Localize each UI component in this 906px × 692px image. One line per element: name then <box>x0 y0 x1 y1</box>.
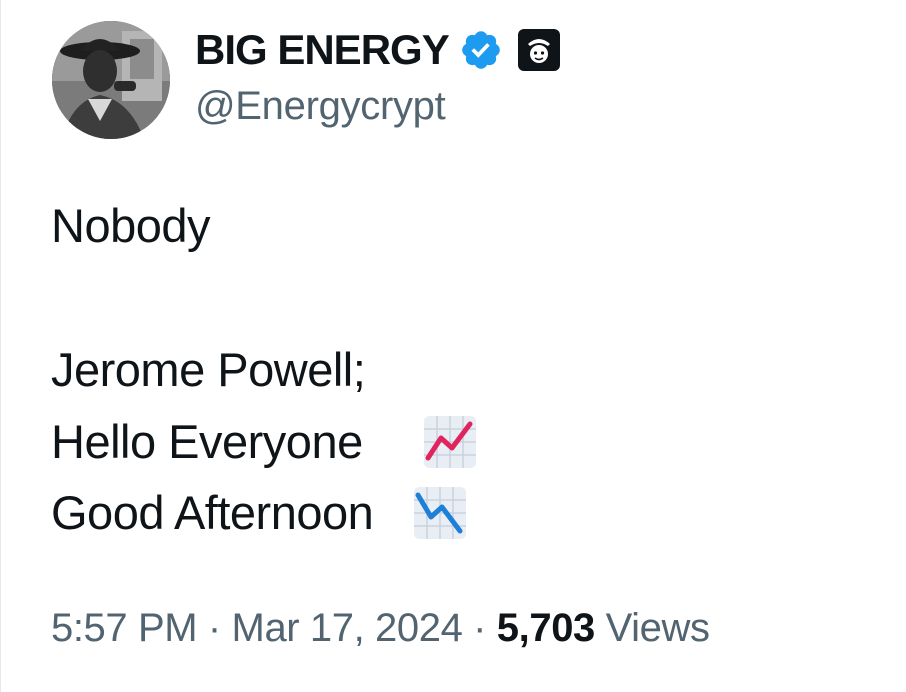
tweet-card: BIG ENERGY @Energycrypt Nobody Jerome Po… <box>0 0 906 692</box>
tweet-text-line-3: Hello Everyone <box>51 414 478 474</box>
meta-separator: · <box>207 606 221 650</box>
tweet-text-line-2: Jerome Powell; <box>51 343 366 396</box>
tweet-date[interactable]: Mar 17, 2024 <box>232 606 463 650</box>
chart-increasing-icon <box>422 414 478 470</box>
author-name-row: BIG ENERGY <box>195 24 561 76</box>
tweet-time[interactable]: 5:57 PM <box>51 606 198 650</box>
views-count[interactable]: 5,703 <box>497 606 596 650</box>
author-handle[interactable]: @Energycrypt <box>195 84 446 129</box>
affiliate-badge-icon[interactable] <box>517 28 561 72</box>
display-name[interactable]: BIG ENERGY <box>195 26 450 74</box>
avatar[interactable] <box>52 21 170 139</box>
tweet-text-line-4-text: Good Afternoon <box>51 486 374 539</box>
tweet-text-line-4: Good Afternoon <box>51 485 468 545</box>
meta-separator: · <box>473 606 487 650</box>
chart-decreasing-icon <box>412 485 468 541</box>
views-label[interactable]: Views <box>606 606 710 650</box>
verified-badge-icon[interactable] <box>459 28 503 72</box>
tweet-meta: 5:57 PM · Mar 17, 2024 · 5,703 Views <box>51 600 710 656</box>
tweet-text-line-1: Nobody <box>51 199 211 252</box>
tweet-text-line-3-text: Hello Everyone <box>51 415 363 468</box>
avatar-image <box>52 21 170 139</box>
